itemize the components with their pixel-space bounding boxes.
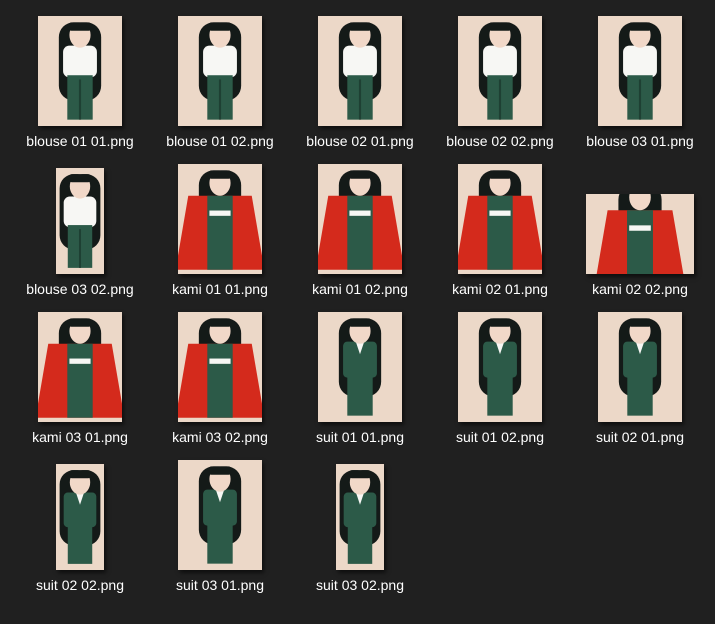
file-item[interactable]: suit 01 01.png — [290, 310, 430, 458]
image-thumbnail[interactable] — [598, 312, 682, 422]
file-item[interactable]: blouse 02 01.png — [290, 14, 430, 162]
thumbnail-area — [430, 310, 570, 422]
file-item[interactable]: kami 01 02.png — [290, 162, 430, 310]
thumbnail-area — [430, 14, 570, 126]
thumbnail-area — [290, 162, 430, 274]
file-name-label: suit 03 01.png — [176, 577, 264, 593]
file-item[interactable]: blouse 01 01.png — [10, 14, 150, 162]
thumbnail-area — [290, 14, 430, 126]
file-item[interactable]: kami 02 01.png — [430, 162, 570, 310]
file-item[interactable]: kami 01 01.png — [150, 162, 290, 310]
file-name-label: kami 03 01.png — [32, 429, 128, 445]
thumbnail-area — [570, 162, 710, 274]
file-name-label: kami 01 02.png — [312, 281, 408, 297]
file-name-label: suit 03 02.png — [316, 577, 404, 593]
image-thumbnail[interactable] — [178, 460, 262, 570]
file-item[interactable]: suit 02 01.png — [570, 310, 710, 458]
file-name-label: suit 02 02.png — [36, 577, 124, 593]
file-item[interactable]: blouse 03 01.png — [570, 14, 710, 162]
image-thumbnail[interactable] — [458, 16, 542, 126]
file-name-label: kami 03 02.png — [172, 429, 268, 445]
image-thumbnail[interactable] — [318, 312, 402, 422]
thumbnail-area — [10, 162, 150, 274]
file-name-label: kami 02 02.png — [592, 281, 688, 297]
file-name-label: blouse 03 02.png — [26, 281, 134, 297]
file-item[interactable]: suit 03 01.png — [150, 458, 290, 606]
file-name-label: blouse 02 01.png — [306, 133, 414, 149]
file-item[interactable]: kami 03 01.png — [10, 310, 150, 458]
thumbnail-area — [570, 310, 710, 422]
thumbnail-area — [150, 162, 290, 274]
image-thumbnail[interactable] — [458, 164, 542, 274]
image-thumbnail[interactable] — [38, 16, 122, 126]
image-thumbnail[interactable] — [56, 168, 104, 274]
image-thumbnail[interactable] — [178, 164, 262, 274]
image-thumbnail[interactable] — [318, 164, 402, 274]
file-name-label: suit 02 01.png — [596, 429, 684, 445]
file-item[interactable]: suit 02 02.png — [10, 458, 150, 606]
file-name-label: blouse 01 02.png — [166, 133, 274, 149]
thumbnail-area — [570, 14, 710, 126]
file-item[interactable]: kami 03 02.png — [150, 310, 290, 458]
file-name-label: blouse 03 01.png — [586, 133, 694, 149]
image-thumbnail[interactable] — [458, 312, 542, 422]
file-explorer-icon-view: { "files": [ {"name":"blouse 01 01.png",… — [0, 0, 715, 624]
file-item[interactable]: blouse 01 02.png — [150, 14, 290, 162]
image-thumbnail[interactable] — [38, 312, 122, 422]
image-thumbnail[interactable] — [336, 464, 384, 570]
file-item[interactable]: suit 01 02.png — [430, 310, 570, 458]
thumbnail-area — [10, 310, 150, 422]
thumbnail-area — [10, 14, 150, 126]
thumbnail-area — [430, 162, 570, 274]
thumbnail-area — [150, 310, 290, 422]
file-name-label: kami 02 01.png — [452, 281, 548, 297]
image-thumbnail[interactable] — [598, 16, 682, 126]
image-thumbnail[interactable] — [586, 194, 694, 274]
file-name-label: suit 01 02.png — [456, 429, 544, 445]
thumbnail-area — [290, 458, 430, 570]
thumbnail-area — [150, 458, 290, 570]
image-thumbnail[interactable] — [178, 16, 262, 126]
image-thumbnail[interactable] — [56, 464, 104, 570]
image-thumbnail[interactable] — [318, 16, 402, 126]
file-name-label: blouse 02 02.png — [446, 133, 554, 149]
thumbnail-area — [150, 14, 290, 126]
file-name-label: blouse 01 01.png — [26, 133, 134, 149]
file-item[interactable]: kami 02 02.png — [570, 162, 710, 310]
thumbnail-area — [10, 458, 150, 570]
file-name-label: suit 01 01.png — [316, 429, 404, 445]
file-name-label: kami 01 01.png — [172, 281, 268, 297]
thumbnail-area — [290, 310, 430, 422]
file-item[interactable]: blouse 02 02.png — [430, 14, 570, 162]
file-item[interactable]: suit 03 02.png — [290, 458, 430, 606]
image-thumbnail[interactable] — [178, 312, 262, 422]
file-item[interactable]: blouse 03 02.png — [10, 162, 150, 310]
